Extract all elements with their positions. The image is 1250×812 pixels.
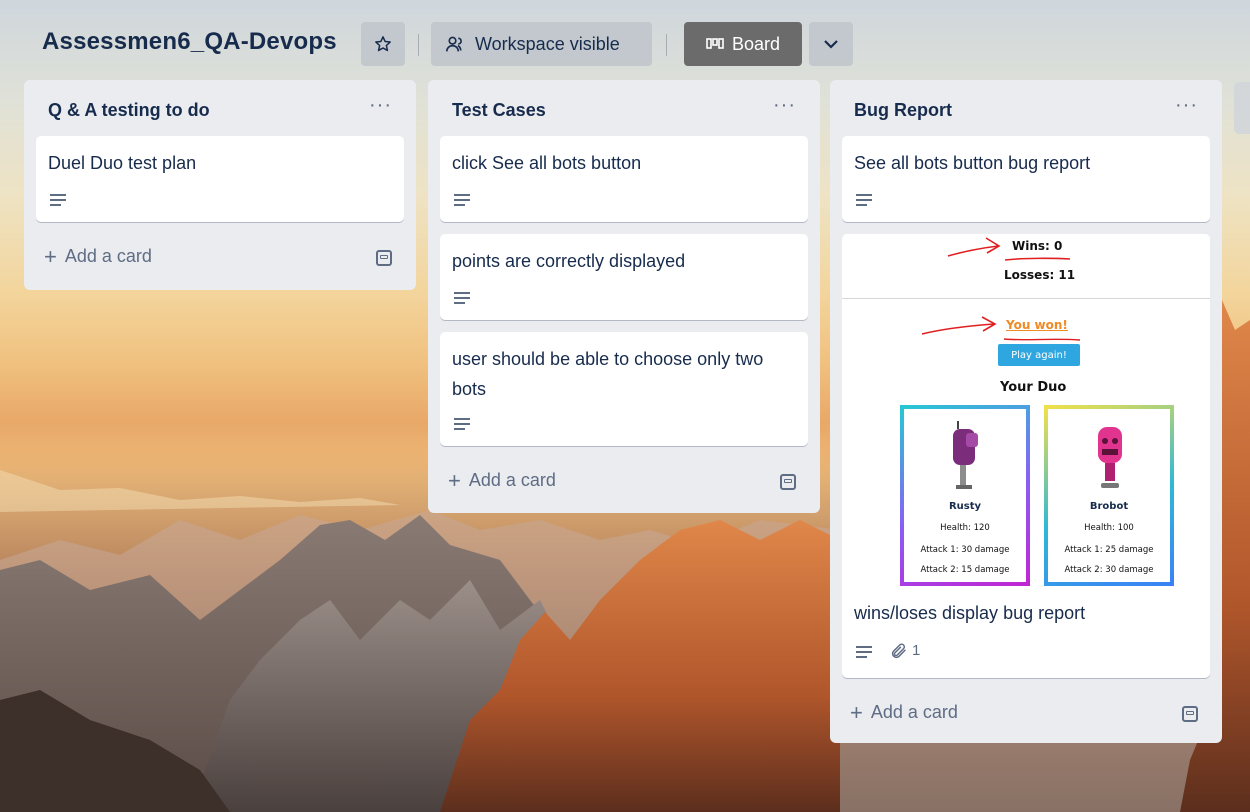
card[interactable]: click See all bots button <box>440 136 808 222</box>
add-card-button[interactable]: + Add a card <box>850 699 958 725</box>
list-title[interactable]: Test Cases <box>452 100 546 121</box>
bot-name: Brobot <box>1089 501 1129 512</box>
card-title: user should be able to choose only two b… <box>452 349 764 399</box>
description-icon <box>856 646 872 658</box>
bot-attack-2: Attack 2: 30 damage <box>1064 565 1154 575</box>
result-text: You won! <box>1006 318 1068 332</box>
header-divider <box>418 34 419 56</box>
bot-health: Health: 120 <box>940 523 990 533</box>
next-list-partial[interactable] <box>1234 82 1250 134</box>
card[interactable]: points are correctly displayed <box>440 234 808 320</box>
plus-icon: + <box>44 243 57 269</box>
description-icon <box>454 418 470 430</box>
description-icon <box>856 194 872 206</box>
star-icon <box>375 36 391 52</box>
plus-icon: + <box>448 467 461 493</box>
card-template-icon[interactable] <box>376 250 392 266</box>
bot-attack-1: Attack 1: 25 damage <box>1064 545 1154 555</box>
bot-card: Rusty Health: 120 Attack 1: 30 damage At… <box>900 405 1030 586</box>
bot-health: Health: 100 <box>1084 523 1134 533</box>
board-header: Assessmen6_QA-Devops Workspace visible B… <box>0 0 1250 80</box>
card-with-cover[interactable]: Wins: 0 Losses: 11 You won! Play again! … <box>842 234 1210 678</box>
list-bug-report: Bug Report ··· See all bots button bug r… <box>830 80 1222 743</box>
play-again-button: Play again! <box>998 344 1080 366</box>
duo-title: Your Duo <box>1000 380 1067 395</box>
card-title: click See all bots button <box>452 153 642 173</box>
add-card-label: Add a card <box>64 246 152 266</box>
add-card-label: Add a card <box>870 702 958 722</box>
list-menu-button[interactable]: ··· <box>773 94 796 117</box>
header-divider <box>666 34 667 56</box>
bot-attack-2: Attack 2: 15 damage <box>920 565 1010 575</box>
board-view-button[interactable]: Board <box>684 22 802 66</box>
people-icon <box>446 36 462 52</box>
chevron-down-icon <box>824 40 838 49</box>
bot-name: Rusty <box>948 501 982 512</box>
card-title: Duel Duo test plan <box>48 153 197 173</box>
plus-icon: + <box>850 699 863 725</box>
list-title[interactable]: Bug Report <box>854 100 952 121</box>
visibility-label: Workspace visible <box>475 33 620 54</box>
board-title[interactable]: Assessmen6_QA-Devops <box>42 28 337 56</box>
add-card-button[interactable]: + Add a card <box>44 243 152 269</box>
attachment-count: 1 <box>912 642 921 659</box>
workspace-visibility-button[interactable]: Workspace visible <box>431 22 652 66</box>
view-switcher-button[interactable] <box>809 22 853 66</box>
card[interactable]: See all bots button bug report <box>842 136 1210 222</box>
list-menu-button[interactable]: ··· <box>369 94 392 117</box>
add-card-label: Add a card <box>468 470 556 490</box>
bot-attack-1: Attack 1: 30 damage <box>920 545 1010 555</box>
description-icon <box>50 194 66 206</box>
card-template-icon[interactable] <box>780 474 796 490</box>
card[interactable]: Duel Duo test plan <box>36 136 404 222</box>
card-cover-image: Wins: 0 Losses: 11 You won! Play again! … <box>842 234 1210 588</box>
list-test-cases: Test Cases ··· click See all bots button… <box>428 80 820 513</box>
bot-card: Brobot Health: 100 Attack 1: 25 damage A… <box>1044 405 1174 586</box>
description-icon <box>454 194 470 206</box>
board-view-icon <box>706 38 724 49</box>
paperclip-icon <box>891 643 906 659</box>
list-qa-testing-to-do: Q & A testing to do ··· Duel Duo test pl… <box>24 80 416 290</box>
card-template-icon[interactable] <box>1182 706 1198 722</box>
list-title[interactable]: Q & A testing to do <box>48 100 210 121</box>
list-menu-button[interactable]: ··· <box>1175 94 1198 117</box>
add-card-button[interactable]: + Add a card <box>448 467 556 493</box>
card-title: wins/loses display bug report <box>854 603 1086 623</box>
card-title: points are correctly displayed <box>452 251 686 271</box>
description-icon <box>454 292 470 304</box>
robot-icon <box>1098 427 1122 488</box>
board-view-label: Board <box>731 33 781 54</box>
star-board-button[interactable] <box>361 22 405 66</box>
annotation-underline <box>1003 338 1081 341</box>
card-title: See all bots button bug report <box>854 153 1091 173</box>
card[interactable]: user should be able to choose only two b… <box>440 332 808 446</box>
robot-icon <box>953 421 978 489</box>
